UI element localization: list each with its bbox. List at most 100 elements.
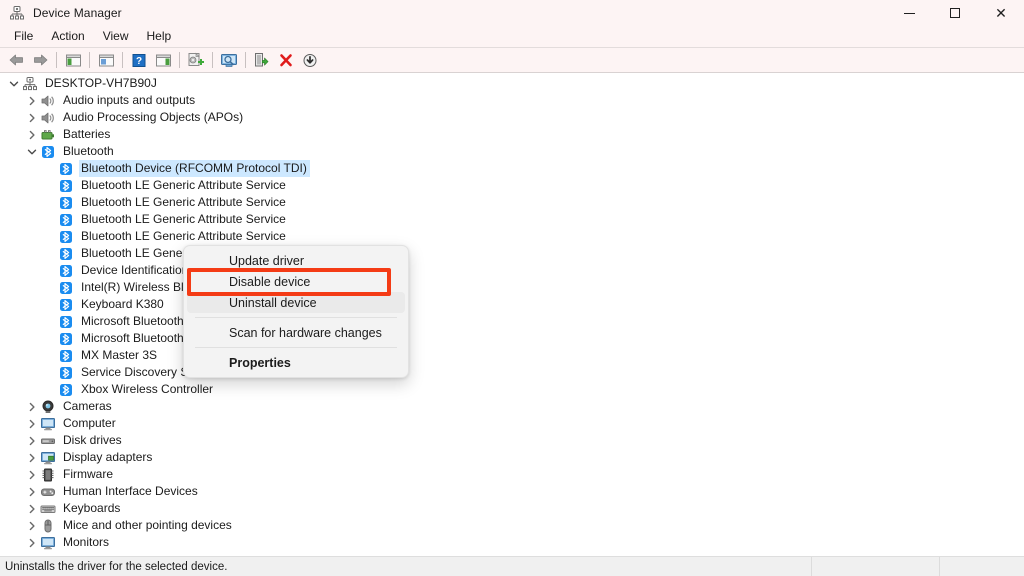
chevron-down-icon[interactable] xyxy=(24,144,40,160)
scan-for-hardware-changes-icon[interactable] xyxy=(217,49,241,71)
chevron-right-icon[interactable] xyxy=(24,399,40,415)
back-arrow-icon[interactable] xyxy=(4,49,28,71)
chevron-right-icon[interactable] xyxy=(24,450,40,466)
tree-row[interactable]: Bluetooth LE Generic Attribute Service xyxy=(0,211,1024,228)
tree-row[interactable]: Microsoft Bluetooth LE Enumerator xyxy=(0,330,1024,347)
status-message: Uninstalls the driver for the selected d… xyxy=(0,556,812,576)
tree-row-label: Mice and other pointing devices xyxy=(63,518,232,532)
tree-row[interactable]: Service Discovery Service xyxy=(0,364,1024,381)
tree-rows-host: DESKTOP-VH7B90J Audio inputs and outputs A… xyxy=(0,75,1024,551)
help-icon[interactable]: ? xyxy=(127,49,151,71)
tree-row-label: MX Master 3S xyxy=(81,348,158,362)
window-controls: ✕ xyxy=(886,0,1024,26)
enable-device-icon[interactable] xyxy=(250,49,274,71)
computer-icon xyxy=(22,76,38,92)
minimize-icon xyxy=(903,12,915,14)
context-menu-item-uninstall-device[interactable]: Uninstall device xyxy=(187,292,405,313)
tree-row[interactable]: Display adapters xyxy=(0,449,1024,466)
maximize-button[interactable] xyxy=(932,0,978,26)
chevron-right-icon[interactable] xyxy=(24,127,40,143)
bluetooth-icon xyxy=(40,144,56,160)
bluetooth-icon xyxy=(58,263,74,279)
keyboard-icon xyxy=(40,501,56,517)
properties-icon[interactable] xyxy=(94,49,118,71)
tree-row-label: Computer xyxy=(63,416,116,430)
chevron-down-icon[interactable] xyxy=(6,76,22,92)
minimize-button[interactable] xyxy=(886,0,932,26)
disable-device-icon[interactable] xyxy=(298,49,322,71)
toolbar-separator xyxy=(212,52,213,68)
tree-row[interactable]: MX Master 3S xyxy=(0,347,1024,364)
tree-row[interactable]: Audio inputs and outputs xyxy=(0,92,1024,109)
context-menu-item-scan-for-hardware-changes[interactable]: Scan for hardware changes xyxy=(187,322,405,343)
tree-row[interactable]: Bluetooth LE Generic Attribute Service xyxy=(0,177,1024,194)
tree-row-label: Bluetooth LE Generic Attribute Service xyxy=(81,229,286,243)
tree-row[interactable]: Keyboards xyxy=(0,500,1024,517)
context-menu[interactable]: Update driver Disable device Uninstall d… xyxy=(183,245,409,378)
tree-row[interactable]: Bluetooth xyxy=(0,143,1024,160)
tree-row[interactable]: Bluetooth Device (RFCOMM Protocol TDI) xyxy=(0,160,1024,177)
menu-file[interactable]: File xyxy=(5,27,42,46)
menu-view[interactable]: View xyxy=(94,27,138,46)
show-hide-console-tree-icon[interactable] xyxy=(61,49,85,71)
chevron-right-icon[interactable] xyxy=(24,518,40,534)
toolbar-separator xyxy=(89,52,90,68)
tree-row[interactable]: Monitors xyxy=(0,534,1024,551)
tree-row-label: Bluetooth LE Generic Attribute Service xyxy=(81,212,286,226)
status-pane-3 xyxy=(940,557,1024,576)
update-driver-icon[interactable] xyxy=(184,49,208,71)
tree-row[interactable]: DESKTOP-VH7B90J xyxy=(0,75,1024,92)
close-button[interactable]: ✕ xyxy=(978,0,1024,26)
tree-row-label: Bluetooth Device (RFCOMM Protocol TDI) xyxy=(79,160,310,177)
tree-row[interactable]: Intel(R) Wireless Bluetooth(R) xyxy=(0,279,1024,296)
bluetooth-icon xyxy=(58,297,74,313)
context-menu-separator xyxy=(195,317,397,318)
tree-row[interactable]: Keyboard K380 xyxy=(0,296,1024,313)
tree-row[interactable]: Device Identification Service xyxy=(0,262,1024,279)
toolbar: ? xyxy=(0,48,1024,73)
tree-row[interactable]: Audio Processing Objects (APOs) xyxy=(0,109,1024,126)
device-manager-window: Device Manager ✕ File Action View Help ?… xyxy=(0,0,1024,576)
bluetooth-icon xyxy=(58,348,74,364)
tree-row-label: Human Interface Devices xyxy=(63,484,198,498)
forward-arrow-icon[interactable] xyxy=(28,49,52,71)
display-adapter-icon xyxy=(40,450,56,466)
tree-row[interactable]: Disk drives xyxy=(0,432,1024,449)
toolbar-separator xyxy=(56,52,57,68)
context-menu-item-disable-device[interactable]: Disable device xyxy=(187,271,405,292)
uninstall-device-icon[interactable] xyxy=(274,49,298,71)
chevron-right-icon[interactable] xyxy=(24,535,40,551)
context-menu-item-properties[interactable]: Properties xyxy=(187,352,405,373)
tree-row-label: Cameras xyxy=(63,399,112,413)
tree-row-label: Xbox Wireless Controller xyxy=(81,382,214,396)
device-tree[interactable]: DESKTOP-VH7B90J Audio inputs and outputs A… xyxy=(0,73,1024,556)
tree-row[interactable]: Firmware xyxy=(0,466,1024,483)
tree-row[interactable]: Mice and other pointing devices xyxy=(0,517,1024,534)
menu-help[interactable]: Help xyxy=(138,27,181,46)
tree-row[interactable]: Bluetooth LE Generic Attribute Service xyxy=(0,228,1024,245)
menu-action[interactable]: Action xyxy=(42,27,93,46)
tree-row-label: Display adapters xyxy=(63,450,153,464)
chevron-right-icon[interactable] xyxy=(24,484,40,500)
monitor-icon xyxy=(40,416,56,432)
hid-icon xyxy=(40,484,56,500)
mouse-icon xyxy=(40,518,56,534)
chevron-right-icon[interactable] xyxy=(24,467,40,483)
tree-row[interactable]: Bluetooth LE Generic Attribute Service xyxy=(0,194,1024,211)
tree-row[interactable]: Cameras xyxy=(0,398,1024,415)
tree-row[interactable]: Batteries xyxy=(0,126,1024,143)
tree-row[interactable]: Computer xyxy=(0,415,1024,432)
chevron-right-icon[interactable] xyxy=(24,416,40,432)
show-hide-action-pane-icon[interactable] xyxy=(151,49,175,71)
bluetooth-icon xyxy=(58,178,74,194)
chevron-right-icon[interactable] xyxy=(24,501,40,517)
chevron-right-icon[interactable] xyxy=(24,433,40,449)
tree-row[interactable]: Bluetooth LE Generic Attribute Service xyxy=(0,245,1024,262)
tree-row[interactable]: Xbox Wireless Controller xyxy=(0,381,1024,398)
chevron-right-icon[interactable] xyxy=(24,110,40,126)
monitor-icon xyxy=(40,535,56,551)
context-menu-item-update-driver[interactable]: Update driver xyxy=(187,250,405,271)
tree-row[interactable]: Microsoft Bluetooth Enumerator xyxy=(0,313,1024,330)
tree-row[interactable]: Human Interface Devices xyxy=(0,483,1024,500)
chevron-right-icon[interactable] xyxy=(24,93,40,109)
